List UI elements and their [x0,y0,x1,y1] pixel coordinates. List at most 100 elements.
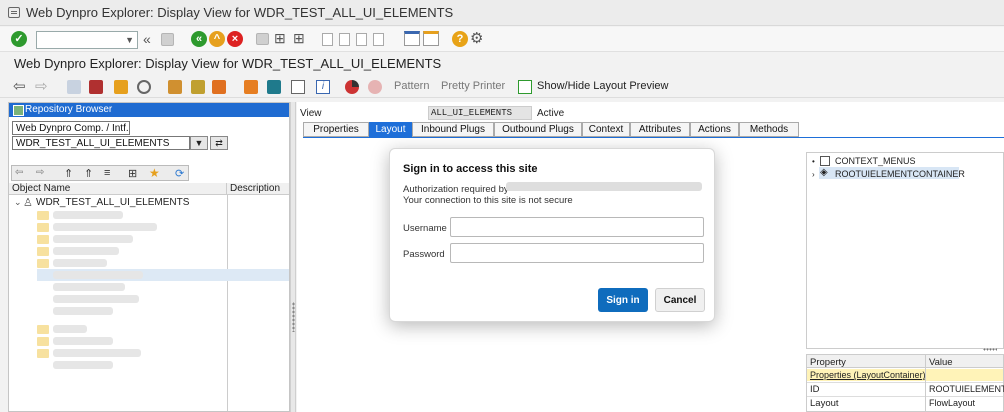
layout-preview-icon[interactable] [518,80,532,94]
blurred-item[interactable] [53,337,113,345]
password-input[interactable] [450,243,704,263]
resize-handle[interactable] [983,348,997,351]
other-object-icon[interactable] [67,80,81,94]
blurred-item[interactable] [53,361,113,369]
property-value[interactable]: FlowLayout [929,398,975,408]
expand-up-icon[interactable]: ⇑ [84,167,93,180]
object-type-select[interactable]: Web Dynpro Comp. / Intf. [12,121,130,135]
dialog-title: Sign in to access this site [403,163,538,175]
print-icon[interactable] [256,33,269,45]
check-icon[interactable] [168,80,182,94]
back-icon[interactable]: ⇦ [15,167,23,178]
window-title: Web Dynpro Explorer: Display View for WD… [26,5,454,20]
view-name-field[interactable]: ALL_UI_ELEMENTS [428,106,532,120]
back-icon[interactable]: « [191,31,207,47]
tab-layout[interactable]: Layout [369,122,412,137]
tab-outbound-plugs[interactable]: Outbound Plugs [494,122,582,137]
repository-browser-header: Repository Browser [9,103,289,117]
blurred-item[interactable] [53,271,143,279]
cancel-icon[interactable]: × [227,31,243,47]
collapse-up-icon[interactable]: ⇑ [64,167,73,180]
expand-all-icon[interactable]: ≡ [104,167,110,179]
shortcut-icon[interactable] [423,31,439,46]
blurred-item[interactable] [53,307,113,315]
blurred-item[interactable] [53,259,107,267]
sign-in-button[interactable]: Sign in [598,288,648,312]
navigator-icon[interactable] [267,80,281,94]
back-arrow-icon[interactable]: ⇦ [13,77,26,95]
property-value[interactable]: ROOTUIELEMENT [929,384,1004,394]
forward-icon[interactable]: ⇨ [36,167,44,178]
menu-icon[interactable] [8,7,20,18]
redacted-url [506,182,702,191]
blurred-item[interactable] [53,283,125,291]
table-icon[interactable] [291,80,305,94]
tab-methods[interactable]: Methods [739,122,799,137]
object-name-input[interactable]: WDR_TEST_ALL_UI_ELEMENTS [12,136,190,150]
help-icon[interactable]: ? [452,31,468,47]
blurred-item[interactable] [53,235,133,243]
pie-chart-icon[interactable] [345,80,359,94]
enter-icon[interactable]: ✓ [11,31,27,47]
hierarchy-icon[interactable] [244,80,258,94]
username-label: Username [403,223,447,234]
splitter-handle[interactable] [292,302,295,332]
find-icon[interactable]: ⊞ [128,167,137,180]
tree-item-root-container[interactable]: ROOTUIELEMENTCONTAINER [835,169,965,179]
new-session-icon[interactable] [404,31,420,46]
display-icon[interactable]: ⇄ [210,136,228,150]
blurred-item[interactable] [53,325,87,333]
tree-item-context-menus[interactable]: CONTEXT_MENUS [835,156,916,166]
dropdown-icon[interactable]: ▼ [190,136,208,150]
object-name-column-header[interactable]: Object Name [9,183,227,195]
first-page-icon[interactable] [322,33,333,46]
next-page-icon[interactable] [356,33,367,46]
expand-icon[interactable]: › [812,170,815,179]
gear-icon[interactable]: ⚙ [470,29,483,47]
show-hide-layout-preview-button[interactable]: Show/Hide Layout Preview [537,80,668,92]
blurred-item[interactable] [53,349,141,357]
blurred-item[interactable] [53,247,119,255]
forward-arrow-icon[interactable]: ⇨ [35,77,48,95]
previous-page-icon[interactable] [339,33,350,46]
chevron-down-icon: ▼ [125,35,134,45]
info-icon[interactable]: i [316,80,330,94]
blurred-item[interactable] [53,223,157,231]
folder-icon [37,223,49,232]
description-column-header[interactable]: Description [227,183,289,195]
tab-attributes[interactable]: Attributes [630,122,690,137]
property-section-title[interactable]: Properties (LayoutContainer) [810,370,926,380]
star-icon[interactable]: ★ [149,166,160,180]
collapse-icon[interactable]: « [143,31,151,47]
refresh-icon[interactable]: ⟳ [175,167,184,180]
test-icon[interactable] [212,80,226,94]
pattern-icon[interactable] [368,80,382,94]
cancel-button[interactable]: Cancel [655,288,705,312]
display-change-icon[interactable] [89,80,103,94]
active-inactive-icon[interactable] [114,80,128,94]
tree-root-item[interactable]: WDR_TEST_ALL_UI_ELEMENTS [36,197,189,208]
blurred-item[interactable] [53,295,139,303]
exit-icon[interactable]: ^ [209,31,225,47]
panel-splitter[interactable] [290,102,296,412]
command-field[interactable]: ▼ [36,31,138,49]
tab-context[interactable]: Context [582,122,630,137]
where-used-icon[interactable] [137,80,151,94]
view-header-row: View ALL_UI_ELEMENTS Active [297,106,997,120]
tab-actions[interactable]: Actions [690,122,739,137]
last-page-icon[interactable] [373,33,384,46]
activate-icon[interactable] [191,80,205,94]
tab-inbound-plugs[interactable]: Inbound Plugs [412,122,494,137]
tab-properties[interactable]: Properties [303,122,369,137]
pretty-printer-button[interactable]: Pretty Printer [441,80,505,92]
username-input[interactable] [450,217,704,237]
screen-title-bar: Web Dynpro Explorer: Display View for WD… [0,53,1004,75]
pattern-button[interactable]: Pattern [394,80,429,92]
page-title: Web Dynpro Explorer: Display View for WD… [14,56,442,71]
blurred-item[interactable] [53,211,123,219]
column-divider [925,355,926,411]
tree-toggle-icon[interactable]: ⌄ [14,197,22,208]
find-icon[interactable]: ⊞ [274,30,286,47]
save-icon[interactable] [161,33,174,46]
find-next-icon[interactable]: ⊞ [293,30,305,47]
